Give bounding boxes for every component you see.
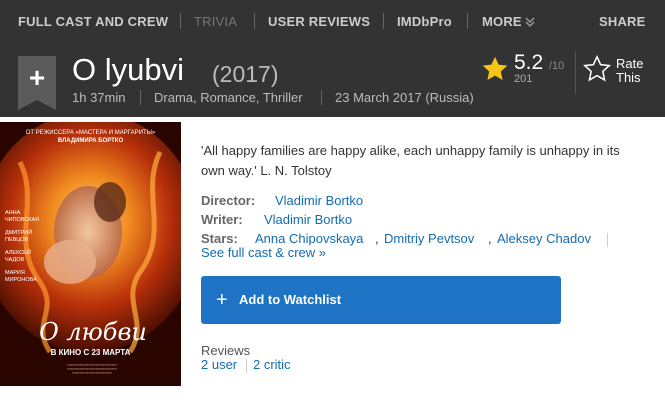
runtime: 1h 37min	[72, 90, 126, 105]
star-link[interactable]: Dmitriy Pevtsov	[384, 231, 474, 246]
critic-reviews-link[interactable]: 2 critic	[253, 357, 291, 372]
star-link[interactable]: Aleksey Chadov	[497, 231, 591, 246]
director-link[interactable]: Vladimir Bortko	[275, 193, 363, 208]
writer-label: Writer:	[201, 212, 243, 227]
rating-max: /10	[549, 60, 565, 72]
poster-cast-2b: ПЕВЦОВ	[5, 237, 29, 243]
nav-user-reviews[interactable]: USER REVIEWS	[268, 14, 370, 29]
rate-label: Rate	[616, 56, 644, 71]
star-link[interactable]: Anna Chipovskaya	[255, 231, 363, 246]
star-icon	[482, 56, 508, 80]
nav-trivia: TRIVIA	[194, 14, 238, 29]
poster-cast-3b: ЧАДОВ	[5, 257, 25, 263]
movie-title: O lyubvi	[72, 52, 184, 87]
user-reviews-link[interactable]: 2 user	[201, 357, 237, 372]
nav-more[interactable]: MORE	[482, 14, 522, 29]
writer-link[interactable]: Vladimir Bortko	[264, 212, 352, 227]
plus-icon: +	[28, 62, 46, 93]
poster-cast-4a: МАРИЯ	[5, 270, 25, 276]
movie-poster[interactable]: ОТ РЕЖИССЕРА «МАСТЕРА И МАРГАРИТЫ» ВЛАДИ…	[0, 122, 181, 386]
double-chevron-down-icon[interactable]	[525, 16, 535, 28]
rate-this-button[interactable]: Rate This	[616, 57, 656, 85]
director-label: Director:	[201, 193, 256, 208]
stars-label: Stars:	[201, 231, 238, 246]
poster-title: О любви	[39, 318, 147, 346]
top-nav: FULL CAST AND CREW TRIVIA USER REVIEWS I…	[0, 0, 665, 42]
pipe-separator	[246, 359, 247, 373]
plus-icon: +	[216, 289, 228, 311]
star-outline-icon[interactable]	[582, 55, 612, 83]
plot-summary: 'All happy families are happy alike, eac…	[201, 143, 620, 178]
poster-director: ВЛАДИМИРА БОРТКО	[57, 138, 124, 144]
full-cast-link[interactable]: See full cast & crew »	[201, 245, 326, 260]
poster-cast-4b: МИРОНОВА	[5, 277, 37, 283]
genres[interactable]: Drama, Romance, Thriller	[154, 90, 303, 105]
release-date[interactable]: 23 March 2017 (Russia)	[335, 90, 474, 105]
nav-full-cast-and-crew[interactable]: FULL CAST AND CREW	[18, 14, 168, 29]
add-to-watchlist-label: Add to Watchlist	[239, 292, 342, 307]
watchlist-ribbon[interactable]: +	[18, 56, 56, 110]
this-label: This	[616, 70, 641, 85]
nav-separator	[467, 13, 468, 29]
nav-separator	[254, 13, 255, 29]
nav-share[interactable]: SHARE	[599, 14, 646, 29]
nav-separator	[383, 13, 384, 29]
rating-value: 5.2	[514, 51, 544, 74]
poster-cast-2a: ДМИТРИЙ	[5, 230, 33, 236]
star-separator: ,	[488, 231, 492, 246]
poster-tagline: ОТ РЕЖИССЕРА «МАСТЕРА И МАРГАРИТЫ»	[25, 130, 156, 136]
nav-separator	[180, 13, 181, 29]
subline-separator	[321, 90, 322, 105]
rating-count[interactable]: 201	[514, 73, 532, 85]
poster-cast-3a: АЛЕКСЕЙ	[5, 250, 31, 256]
subline-separator	[140, 90, 141, 105]
add-to-watchlist-button[interactable]: + Add to Watchlist	[201, 276, 561, 324]
pipe-separator	[607, 233, 608, 247]
reviews-label: Reviews	[201, 343, 251, 358]
rating-separator	[575, 52, 576, 94]
poster-cast-1b: ЧИПОВСКАЯ	[5, 217, 40, 223]
movie-year[interactable]: (2017)	[212, 61, 278, 88]
poster-cast-1a: АННА	[5, 210, 21, 216]
star-separator: ,	[375, 231, 379, 246]
poster-release: В КИНО С 23 МАРТА	[50, 348, 131, 357]
nav-imdbpro[interactable]: IMDbPro	[397, 14, 452, 29]
poster-billing-block: ▪▪▪▪▪▪▪▪▪▪▪▪▪▪▪▪▪▪▪▪▪▪▪▪▪▪▪▪▪▪▪▪▪▪▪▪▪▪▪▪…	[67, 363, 117, 375]
